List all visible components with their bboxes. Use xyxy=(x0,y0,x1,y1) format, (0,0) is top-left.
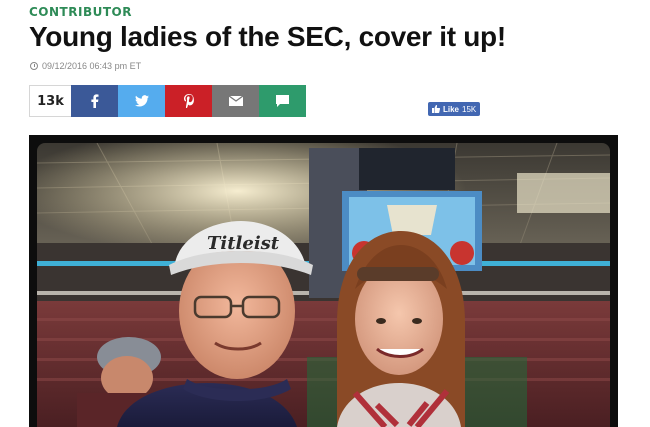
timestamp-text: 09/12/2016 06:43 pm ET xyxy=(42,61,142,71)
pinterest-share-button[interactable] xyxy=(165,85,212,117)
share-bar: 13k xyxy=(29,85,306,117)
twitter-share-button[interactable] xyxy=(118,85,165,117)
pinterest-icon xyxy=(183,94,194,108)
kicker-label: CONTRIBUTOR xyxy=(29,5,132,19)
clock-icon xyxy=(30,62,38,70)
comment-icon xyxy=(276,95,289,107)
share-count: 13k xyxy=(29,85,71,117)
thumbs-up-icon xyxy=(432,105,440,113)
like-label: Like xyxy=(443,104,460,114)
twitter-icon xyxy=(134,95,149,107)
cap-logo-text: Titleist xyxy=(207,233,280,254)
facebook-like-button[interactable]: Like 15K xyxy=(428,102,481,116)
facebook-share-button[interactable] xyxy=(71,85,118,117)
like-count: 15K xyxy=(462,104,477,114)
article-photo: Titleist xyxy=(37,143,610,427)
timestamp: 09/12/2016 06:43 pm ET xyxy=(30,61,141,71)
article-headline: Young ladies of the SEC, cover it up! xyxy=(29,21,506,52)
comment-share-button[interactable] xyxy=(259,85,306,117)
email-share-button[interactable] xyxy=(212,85,259,117)
envelope-icon xyxy=(228,96,243,106)
stadium-photo: Titleist xyxy=(37,143,610,427)
facebook-icon xyxy=(91,94,99,108)
article-photo-frame: Titleist xyxy=(29,135,618,427)
